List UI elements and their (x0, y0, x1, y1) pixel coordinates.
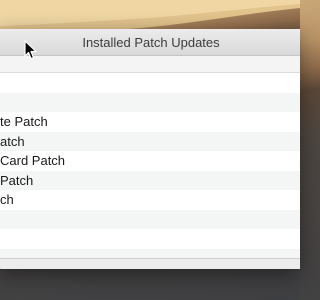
list-item[interactable]: atch (0, 131, 300, 151)
window-footer (0, 258, 300, 269)
list-item-label: Card Patch (0, 153, 66, 168)
list-item[interactable] (0, 92, 300, 112)
list-item[interactable] (0, 209, 300, 229)
list-item-label: atch (0, 133, 25, 149)
list-item[interactable] (0, 73, 300, 93)
list-item-label: Patch (0, 172, 34, 188)
mouse-pointer-icon (24, 40, 37, 60)
list-item[interactable]: te Patch (0, 112, 300, 132)
list-item[interactable] (0, 229, 300, 249)
window-titlebar[interactable]: Installed Patch Updates (0, 29, 300, 56)
list-header (0, 56, 300, 73)
patch-list[interactable]: te Patch atch Card Patch Patch ch (0, 73, 300, 268)
list-item[interactable]: Patch (0, 170, 300, 190)
list-item[interactable]: ch (0, 190, 300, 210)
list-item-label: te Patch (0, 114, 48, 129)
list-item[interactable]: Card Patch (0, 151, 300, 171)
list-item-label: ch (0, 192, 14, 207)
patch-updates-window: Installed Patch Updates te Patch atch Ca… (0, 29, 300, 269)
window-title: Installed Patch Updates (82, 35, 220, 50)
